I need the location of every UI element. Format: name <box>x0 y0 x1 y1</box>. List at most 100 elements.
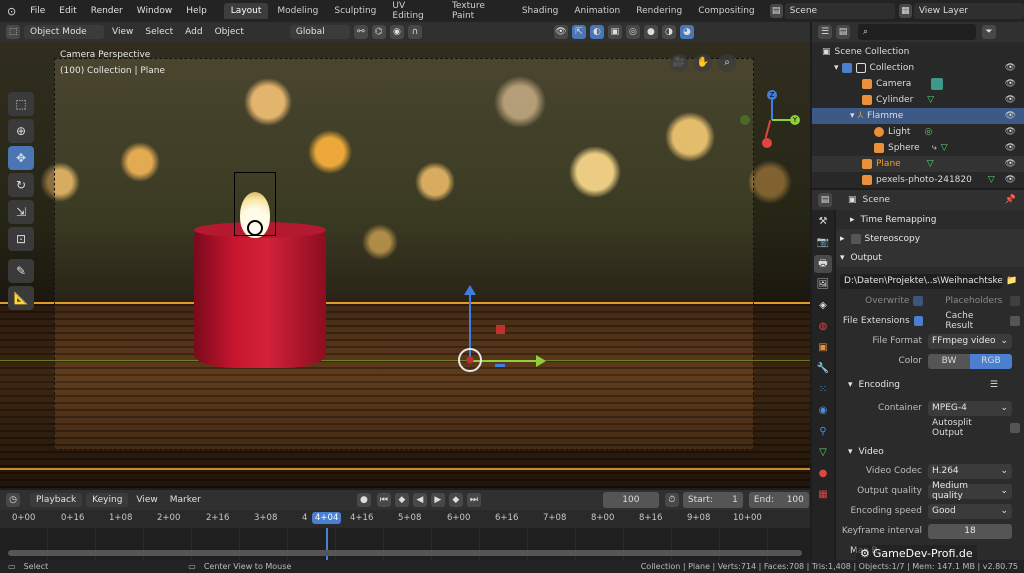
keyframe-interval-field[interactable]: 18 <box>928 523 1012 539</box>
play-reverse-icon[interactable]: ◀ <box>412 493 427 507</box>
falloff-icon[interactable]: ∩ <box>407 25 422 39</box>
display-mode-icon[interactable]: ▤ <box>836 25 850 39</box>
file-extensions-checkbox[interactable] <box>913 316 924 326</box>
tab-layout[interactable]: Layout <box>223 3 269 19</box>
candle-cylinder[interactable] <box>194 228 326 368</box>
menu-window[interactable]: Window <box>130 6 180 16</box>
render-tab-icon[interactable]: 📷 <box>814 234 832 252</box>
marker-menu[interactable]: Marker <box>164 493 207 507</box>
menu-add[interactable]: Add <box>179 25 208 39</box>
gizmo-z-icon[interactable]: Z <box>767 90 777 100</box>
cache-result-checkbox[interactable] <box>1010 316 1021 326</box>
move-tool-icon[interactable]: ✥ <box>8 146 34 170</box>
outliner-item-flamme[interactable]: ▾ ⅄ Flamme 👁 <box>812 108 1024 124</box>
outliner-item-camera[interactable]: Camera 👁 <box>812 76 1024 92</box>
move-gizmo-x-arrow-icon[interactable] <box>536 355 546 367</box>
tab-sculpting[interactable]: Sculpting <box>327 3 383 19</box>
presets-list-icon[interactable]: ☰ <box>990 380 998 390</box>
material-tab-icon[interactable]: ● <box>814 465 832 483</box>
orientation-dropdown[interactable]: Global <box>289 25 350 39</box>
cursor-tool-icon[interactable]: ⊕ <box>8 119 34 143</box>
eye-icon[interactable]: 👁 <box>1005 127 1016 137</box>
keying-menu[interactable]: Keying <box>86 493 129 507</box>
gizmo-x-icon[interactable] <box>762 138 772 148</box>
video-panel[interactable]: ▾ Video <box>836 442 1024 461</box>
solid-shading-icon[interactable]: ● <box>643 25 658 39</box>
view-layer-selector[interactable]: View Layer <box>913 3 1024 19</box>
snap-icon[interactable]: ⌬ <box>371 25 386 39</box>
editor-type-icon[interactable]: ⬚ <box>6 25 20 39</box>
timeline-editor-icon[interactable]: ◷ <box>6 493 20 507</box>
eye-icon[interactable]: 👁 <box>1005 95 1016 105</box>
pin-icon[interactable]: 📌 <box>1005 195 1016 205</box>
overwrite-checkbox[interactable] <box>913 296 924 306</box>
output-quality-dropdown[interactable]: Medium quality ⌄ <box>928 481 1012 501</box>
outliner-search-input[interactable]: ⌕ <box>858 24 976 40</box>
current-frame-indicator[interactable]: 4+04 <box>312 512 342 524</box>
container-dropdown[interactable]: MPEG-4 ⌄ <box>928 400 1012 416</box>
tab-rendering[interactable]: Rendering <box>629 3 689 19</box>
play-icon[interactable]: ▶ <box>430 493 445 507</box>
jump-start-icon[interactable]: ⏮ <box>376 493 391 507</box>
outliner-item-plane[interactable]: Plane ▽ 👁 <box>812 156 1024 172</box>
eye-icon[interactable]: 👁 <box>1005 143 1016 153</box>
camera-view-icon[interactable]: 🎥 <box>670 54 688 72</box>
eye-icon[interactable]: 👁 <box>1005 111 1016 121</box>
menu-file[interactable]: File <box>23 6 52 16</box>
modifier-tab-icon[interactable]: 🔧 <box>814 360 832 378</box>
overlay-icon[interactable]: ◐ <box>589 25 604 39</box>
wireframe-shading-icon[interactable]: ◎ <box>625 25 640 39</box>
move-gizmo-y-handle[interactable] <box>495 364 505 367</box>
view-layer-icon[interactable]: ▦ <box>898 4 912 18</box>
annotate-tool-icon[interactable]: ✎ <box>8 259 34 283</box>
end-frame-field[interactable]: End: 100 <box>748 492 809 508</box>
start-frame-field[interactable]: Start: 1 <box>682 492 743 508</box>
select-box-tool-icon[interactable]: ⬚ <box>8 92 34 116</box>
outliner-item-sphere[interactable]: Sphere ⤷ ▽ 👁 <box>812 140 1024 156</box>
tab-uv-editing[interactable]: UV Editing <box>385 0 443 24</box>
tab-modeling[interactable]: Modeling <box>270 3 325 19</box>
scale-tool-icon[interactable]: ⇲ <box>8 200 34 224</box>
eye-icon[interactable]: 👁 <box>1005 63 1016 73</box>
eye-icon[interactable]: 👁 <box>1005 159 1016 169</box>
light-icon[interactable] <box>247 220 263 236</box>
tab-texture-paint[interactable]: Texture Paint <box>445 0 513 24</box>
particles-tab-icon[interactable]: ⁙ <box>814 381 832 399</box>
filter-icon[interactable]: ⏷ <box>982 25 996 39</box>
color-rgb-button[interactable]: RGB <box>970 353 1012 369</box>
scene-collection-row[interactable]: ▣ Scene Collection <box>812 44 1024 60</box>
output-path-field[interactable]: D:\Daten\Projekte\..s\Weihnachtskerze <box>840 273 1002 289</box>
timeline-scrollbar[interactable] <box>8 550 802 556</box>
output-tab-icon[interactable]: 🖶 <box>814 255 832 273</box>
navigation-gizmo[interactable]: Z Y <box>740 90 802 156</box>
transform-tool-icon[interactable]: ⊡ <box>8 227 34 251</box>
menu-help[interactable]: Help <box>179 6 214 16</box>
encoding-speed-dropdown[interactable]: Good ⌄ <box>928 503 1012 519</box>
next-keyframe-icon[interactable]: ◆ <box>448 493 463 507</box>
gizmo-icon[interactable]: ⇱ <box>571 25 586 39</box>
tab-animation[interactable]: Animation <box>567 3 627 19</box>
stereoscopy-panel[interactable]: ▸ Stereoscopy <box>836 229 1024 248</box>
gizmo-y-icon[interactable]: Y <box>790 115 800 125</box>
stopwatch-icon[interactable]: ⏱ <box>664 493 679 507</box>
expand-icon[interactable]: ▾ <box>850 111 855 121</box>
tab-compositing[interactable]: Compositing <box>691 3 761 19</box>
menu-select[interactable]: Select <box>139 25 179 39</box>
color-bw-button[interactable]: BW <box>928 353 970 369</box>
rotate-tool-icon[interactable]: ↻ <box>8 173 34 197</box>
material-shading-icon[interactable]: ◑ <box>661 25 676 39</box>
scene-icon[interactable]: ▤ <box>769 4 783 18</box>
physics-tab-icon[interactable]: ◉ <box>814 402 832 420</box>
expand-icon[interactable]: ▾ <box>834 63 839 73</box>
visibility-icon[interactable]: 👁 <box>553 25 568 39</box>
placeholders-checkbox[interactable] <box>1010 296 1020 306</box>
proportional-edit-icon[interactable]: ◉ <box>389 25 404 39</box>
menu-render[interactable]: Render <box>84 6 130 16</box>
stereoscopy-checkbox[interactable] <box>850 233 861 244</box>
jump-end-icon[interactable]: ⏭ <box>466 493 481 507</box>
view-layer-tab-icon[interactable]: 🖼 <box>814 276 832 294</box>
menu-edit[interactable]: Edit <box>52 6 83 16</box>
constraints-tab-icon[interactable]: ⚲ <box>814 423 832 441</box>
timeline-ruler[interactable]: 0+00 0+16 1+08 2+00 2+16 3+08 4 4+04 4+1… <box>0 510 810 528</box>
object-mode-dropdown[interactable]: Object Mode <box>24 25 104 39</box>
